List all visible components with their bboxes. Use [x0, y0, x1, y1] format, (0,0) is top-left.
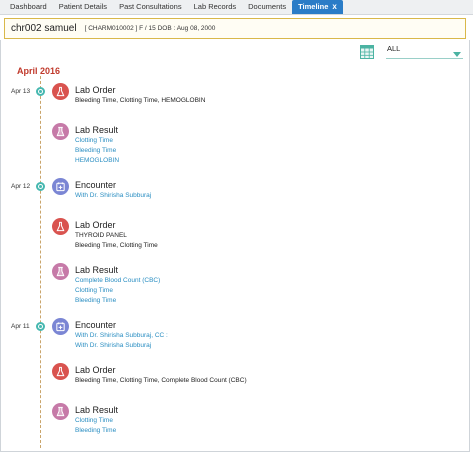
- patient-name: chr002 samuel: [11, 23, 77, 34]
- entry-link[interactable]: Bleeding Time: [75, 426, 445, 436]
- entry-link[interactable]: With Dr. Shirisha Subburaj: [75, 191, 445, 201]
- encounter-icon: [52, 178, 69, 195]
- filter-value: ALL: [387, 44, 401, 53]
- encounter-icon: [52, 318, 69, 335]
- patient-header: chr002 samuel [ CHARM010002 ] F / 15 DOB…: [4, 18, 466, 39]
- chevron-down-icon[interactable]: [453, 52, 461, 57]
- entry-title: Encounter: [75, 320, 117, 330]
- timeline-filter: ALL: [356, 42, 466, 62]
- entry-link[interactable]: Bleeding Time: [75, 296, 445, 306]
- entry-detail: THYROID PANEL: [75, 232, 127, 239]
- entry-detail: Bleeding Time, Clotting Time, Complete B…: [75, 377, 247, 384]
- tab-documents[interactable]: Documents: [242, 0, 292, 14]
- lab-result-icon: [52, 403, 69, 420]
- entry-detail: Bleeding Time, Clotting Time, HEMOGLOBIN: [75, 97, 206, 104]
- entry-title: Lab Result: [75, 405, 119, 415]
- timeline-line: [40, 76, 41, 448]
- lab-result-icon: [52, 263, 69, 280]
- entry-link[interactable]: With Dr. Shirisha Subburaj: [75, 341, 445, 351]
- entry-detail: Bleeding Time, Clotting Time: [75, 242, 158, 249]
- date-marker: [36, 322, 45, 331]
- lab-result-icon: [52, 123, 69, 140]
- entry-title: Lab Order: [75, 365, 116, 375]
- entry-title: Lab Result: [75, 265, 119, 275]
- patient-meta: [ CHARM010002 ] F / 15 DOB : Aug 08, 200…: [84, 25, 216, 32]
- flask-icon: [52, 218, 69, 235]
- entry-link[interactable]: With Dr. Shirisha Subburaj, CC :: [75, 331, 445, 341]
- date-marker: [36, 182, 45, 191]
- date-label: Apr 13: [11, 88, 31, 95]
- entry-link[interactable]: Bleeding Time: [75, 146, 445, 156]
- entry-title: Lab Order: [75, 85, 116, 95]
- entry-link[interactable]: HEMOGLOBIN: [75, 156, 445, 166]
- entry-title: Lab Result: [75, 125, 119, 135]
- date-label: Apr 12: [11, 183, 31, 190]
- top-tab-bar: Dashboard Patient Details Past Consultat…: [0, 0, 473, 15]
- tab-past-consultations[interactable]: Past Consultations: [113, 0, 188, 14]
- tab-timeline-label: Timeline: [298, 2, 329, 11]
- entry-link[interactable]: Clotting Time: [75, 416, 445, 426]
- tab-dashboard[interactable]: Dashboard: [4, 0, 53, 14]
- calendar-grid-icon[interactable]: [360, 45, 374, 59]
- filter-select[interactable]: ALL: [386, 44, 463, 59]
- entry-link[interactable]: Clotting Time: [75, 286, 445, 296]
- month-heading: April 2016: [17, 66, 61, 76]
- flask-icon: [52, 363, 69, 380]
- entry-link[interactable]: Clotting Time: [75, 136, 445, 146]
- tab-timeline[interactable]: Timeline x: [292, 0, 343, 14]
- date-label: Apr 11: [11, 323, 30, 330]
- tab-lab-records[interactable]: Lab Records: [188, 0, 243, 14]
- flask-icon: [52, 83, 69, 100]
- close-icon[interactable]: x: [332, 2, 336, 11]
- date-marker: [36, 87, 45, 96]
- entry-title: Lab Order: [75, 220, 116, 230]
- tab-patient-details[interactable]: Patient Details: [53, 0, 113, 14]
- entry-link[interactable]: Complete Blood Count (CBC): [75, 276, 445, 286]
- entry-title: Encounter: [75, 180, 117, 190]
